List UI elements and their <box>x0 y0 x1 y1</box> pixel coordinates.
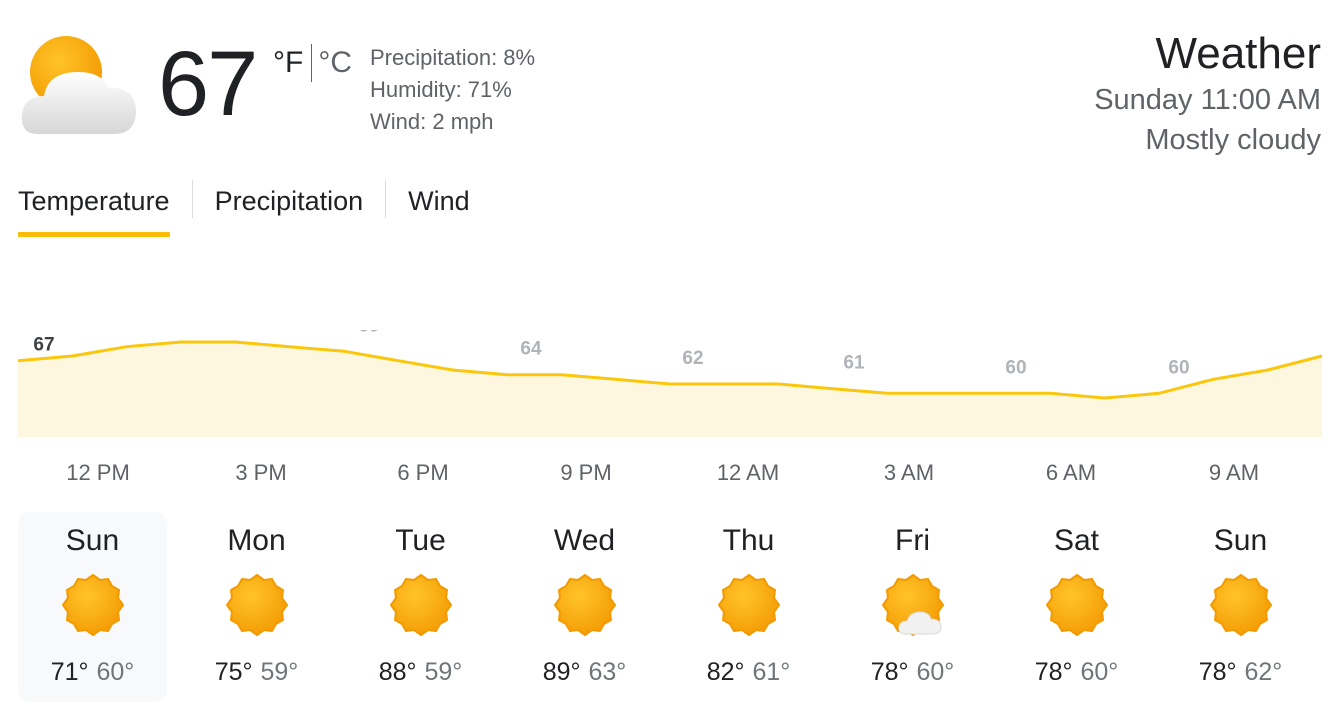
forecast-day[interactable]: Sun 78° 62° <box>1166 512 1315 702</box>
humidity-detail: Humidity: 71% <box>370 77 512 102</box>
tab-temperature[interactable]: Temperature <box>18 180 170 237</box>
high-temp: 78° <box>1198 658 1237 686</box>
temperature-data-label: 64 <box>520 339 542 360</box>
condition: Mostly cloudy <box>1145 124 1321 156</box>
forecast-day[interactable]: Sat 78° 60° <box>1002 512 1151 702</box>
unit-celsius[interactable]: °C <box>318 46 352 80</box>
day-name: Sun <box>1213 524 1268 557</box>
low-temp: 60° <box>96 658 135 686</box>
sunny-icon <box>552 572 618 638</box>
temperature-data-label: 69 <box>358 330 379 336</box>
current-temperature: 67 <box>158 33 258 135</box>
day-name: Tue <box>395 524 446 557</box>
temperature-data-label: 61 <box>843 353 865 374</box>
time-tick: 9 PM <box>560 460 612 485</box>
high-temp: 75° <box>214 658 253 686</box>
forecast-day[interactable]: Wed 89° 63° <box>510 512 659 702</box>
day-name: Fri <box>895 524 930 557</box>
daily-forecast: Sun 71° 60° Mon 75° 59° Tue 88° 59° Wed 89°… <box>18 512 1322 702</box>
forecast-day[interactable]: Sun 71° 60° <box>18 512 167 702</box>
chart-tabs: Temperature Precipitation Wind <box>18 180 470 240</box>
forecast-day[interactable]: Tue 88° 59° <box>346 512 495 702</box>
tab-divider <box>385 180 387 218</box>
high-temp: 88° <box>378 658 417 686</box>
wind-detail: Wind: 2 mph <box>370 109 494 134</box>
temperature-data-label: 62 <box>682 348 703 369</box>
partly-cloudy-icon <box>18 30 138 140</box>
time-axis: 12 PM 3 PM 6 PM 9 PM 12 AM 3 AM 6 AM 9 A… <box>0 460 1340 490</box>
tab-divider <box>191 180 193 218</box>
tab-wind[interactable]: Wind <box>408 180 470 222</box>
temperature-area <box>18 342 1322 437</box>
day-name: Sat <box>1053 524 1100 557</box>
high-temp: 78° <box>870 658 909 686</box>
time-tick: 9 AM <box>1208 460 1260 485</box>
time-tick: 6 AM <box>1045 460 1097 485</box>
sunny-icon <box>60 572 126 638</box>
time-tick: 12 AM <box>716 460 780 485</box>
sunny-icon <box>716 572 782 638</box>
day-name: Thu <box>722 524 775 557</box>
low-temp: 61° <box>752 658 791 686</box>
day-name: Sun <box>65 524 120 557</box>
low-temp: 62° <box>1244 658 1283 686</box>
unit-divider <box>311 44 313 82</box>
sunny-icon <box>224 572 290 638</box>
forecast-day[interactable]: Fri 78° 60° <box>838 512 987 702</box>
time-tick: 3 AM <box>883 460 935 485</box>
low-temp: 59° <box>424 658 463 686</box>
weather-details: Precipitation: 8% Humidity: 71% Wind: 2 … <box>370 42 535 138</box>
temperature-data-label: 60 <box>1168 357 1189 378</box>
time-tick: 6 PM <box>397 460 449 485</box>
day-name: Mon <box>227 524 286 557</box>
unit-switcher: °F °C <box>273 44 352 82</box>
time-tick: 12 PM <box>66 460 130 485</box>
sunny-icon <box>1208 572 1274 638</box>
high-temp: 89° <box>542 658 581 686</box>
weather-header: Weather Sunday 11:00 AM Mostly cloudy <box>1094 28 1321 160</box>
low-temp: 59° <box>260 658 299 686</box>
tab-precipitation[interactable]: Precipitation <box>215 180 364 222</box>
high-temp: 71° <box>50 658 89 686</box>
partly-sunny-icon <box>880 572 946 638</box>
temperature-data-label: 60 <box>1005 357 1026 378</box>
sunny-icon <box>388 572 454 638</box>
page-title: Weather <box>1155 29 1322 78</box>
forecast-day[interactable]: Mon 75° 59° <box>182 512 331 702</box>
low-temp: 63° <box>588 658 627 686</box>
temperature-data-label: 67 <box>33 335 54 356</box>
low-temp: 60° <box>1080 658 1119 686</box>
unit-fahrenheit[interactable]: °F <box>273 46 303 80</box>
precipitation-detail: Precipitation: 8% <box>370 45 536 70</box>
day-name: Wed <box>553 524 616 557</box>
high-temp: 82° <box>706 658 745 686</box>
low-temp: 60° <box>916 658 955 686</box>
temperature-chart[interactable]: 6771696462616060 <box>0 330 1340 450</box>
date-time: Sunday 11:00 AM <box>1094 84 1321 116</box>
forecast-day[interactable]: Thu 82° 61° <box>674 512 823 702</box>
high-temp: 78° <box>1034 658 1073 686</box>
sunny-icon <box>1044 572 1110 638</box>
time-tick: 3 PM <box>235 460 287 485</box>
